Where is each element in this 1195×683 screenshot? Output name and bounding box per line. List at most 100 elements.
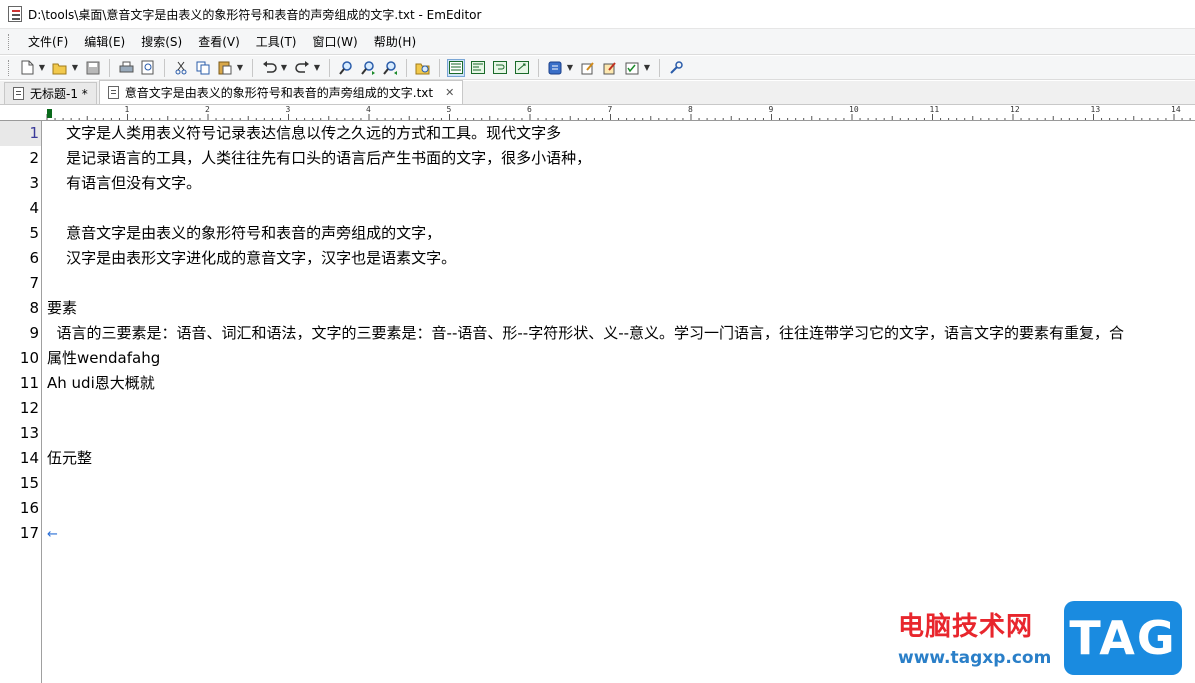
properties-icon[interactable]: [579, 59, 597, 77]
text-line[interactable]: 要素: [47, 296, 77, 321]
wrap-by-window-icon[interactable]: [491, 59, 509, 77]
tab-label: 意音文字是由表义的象形符号和表音的声旁组成的文字.txt: [124, 86, 434, 100]
find-next-icon[interactable]: [359, 59, 377, 77]
menu-window[interactable]: 窗口(W): [305, 33, 366, 50]
text-editor[interactable]: 文字是人类用表义符号记录表达信息以传之久远的方式和工具。现代文字多 是记录语言的…: [42, 121, 1195, 683]
line-number: 9: [29, 324, 39, 342]
ruler-label: 9: [768, 105, 774, 114]
line-number: 2: [29, 149, 39, 167]
line-number: 4: [29, 199, 39, 217]
ruler[interactable]: 1 2 3 4 5 6 7 8 9 10 11 12 13 14: [42, 105, 1195, 121]
title-bar: D:\tools\桌面\意音文字是由表义的象形符号和表音的声旁组成的文字.txt…: [0, 0, 1195, 29]
wrap-by-page-icon[interactable]: [513, 59, 531, 77]
tab-untitled-1[interactable]: 无标题-1 *: [4, 82, 97, 104]
line-number: 17: [19, 524, 39, 542]
config-dropdown-icon[interactable]: ▼: [566, 63, 574, 72]
tools-icon[interactable]: [667, 59, 685, 77]
toolbar-separator: [439, 58, 440, 77]
ruler-label: 8: [688, 105, 693, 114]
save-icon[interactable]: [84, 59, 102, 77]
menu-help[interactable]: 帮助(H): [366, 33, 424, 50]
toolbar: ▼ ▼ ▼ ▼ ▼ ▼ ▼: [0, 56, 1195, 80]
text-line[interactable]: 意音文字是由表义的象形符号和表音的声旁组成的文字，: [47, 221, 441, 246]
redo-icon[interactable]: [293, 59, 311, 77]
line-number: 15: [19, 474, 39, 492]
text-line[interactable]: 文字是人类用表义符号记录表达信息以传之久远的方式和工具。现代文字多: [47, 121, 561, 146]
ruler-label: 2: [205, 105, 210, 114]
macro-dropdown-icon[interactable]: ▼: [643, 63, 651, 72]
tab-current-file[interactable]: 意音文字是由表义的象形符号和表音的声旁组成的文字.txt ✕: [98, 80, 464, 104]
ruler-label: 6: [527, 105, 532, 114]
find-icon[interactable]: [337, 59, 355, 77]
ruler-ticks: [46, 114, 1191, 120]
line-number: 5: [29, 224, 39, 242]
watermark-url: www.tagxp.com: [898, 648, 1052, 668]
ruler-label: 12: [1010, 105, 1020, 114]
print-preview-icon[interactable]: [139, 59, 157, 77]
paste-dropdown-icon[interactable]: ▼: [236, 63, 244, 72]
ruler-label: 1: [124, 105, 130, 114]
line-number: 13: [19, 424, 39, 442]
text-line[interactable]: 有语言但没有文字。: [47, 171, 201, 196]
undo-dropdown-icon[interactable]: ▼: [280, 63, 288, 72]
find-prev-icon[interactable]: [381, 59, 399, 77]
line-number: 14: [19, 449, 39, 467]
ruler-label: 3: [285, 105, 291, 114]
paste-icon[interactable]: [216, 59, 234, 77]
text-line[interactable]: 语言的三要素是：语音、词汇和语法，文字的三要素是：音--语音、形--字符形状、义…: [47, 321, 1125, 346]
text-line[interactable]: ←: [47, 521, 58, 546]
open-folder-icon[interactable]: [51, 59, 69, 77]
menu-file[interactable]: 文件(F): [20, 33, 76, 50]
text-line[interactable]: 是记录语言的工具，人类往往先有口头的语言后产生书面的文字，很多小语种，: [47, 146, 591, 171]
close-icon[interactable]: ✕: [445, 86, 454, 99]
document-icon: [107, 86, 119, 99]
macro-icon[interactable]: [623, 59, 641, 77]
ruler-label: 7: [607, 105, 613, 114]
ruler-label: 5: [446, 105, 452, 114]
watermark-text: 电脑技术网: [898, 612, 1034, 642]
eof-mark-icon: ←: [47, 527, 58, 542]
new-file-dropdown-icon[interactable]: ▼: [38, 63, 46, 72]
menu-grip[interactable]: [8, 33, 12, 50]
app-icon: [8, 6, 22, 22]
menu-view[interactable]: 查看(V): [190, 33, 248, 50]
customize-icon[interactable]: [601, 59, 619, 77]
menu-edit[interactable]: 编辑(E): [76, 33, 133, 50]
menu-tools[interactable]: 工具(T): [248, 33, 305, 50]
text-line[interactable]: Ah udi恩大概就: [47, 371, 155, 396]
toolbar-separator: [109, 58, 110, 77]
text-line[interactable]: 伍元整: [47, 446, 92, 471]
watermark-badge: TAG: [1064, 601, 1182, 675]
line-number-gutter[interactable]: 1 2 3 4 5 6 7 8 9 10 11 12 13 14 15 16 17: [0, 121, 42, 683]
open-dropdown-icon[interactable]: ▼: [71, 63, 79, 72]
cut-icon[interactable]: [172, 59, 190, 77]
redo-dropdown-icon[interactable]: ▼: [313, 63, 321, 72]
print-icon[interactable]: [117, 59, 135, 77]
toolbar-separator: [252, 58, 253, 77]
line-number: 6: [29, 249, 39, 267]
config-icon[interactable]: [546, 59, 564, 77]
new-file-icon[interactable]: [18, 59, 36, 77]
find-in-files-icon[interactable]: [414, 59, 432, 77]
toolbar-grip[interactable]: [8, 59, 12, 76]
menu-search[interactable]: 搜索(S): [133, 33, 190, 50]
line-number: 8: [29, 299, 39, 317]
line-number: 12: [19, 399, 39, 417]
wrap-none-icon[interactable]: [447, 58, 465, 77]
menu-bar: 文件(F) 编辑(E) 搜索(S) 查看(V) 工具(T) 窗口(W) 帮助(H…: [0, 29, 1195, 55]
toolbar-separator: [406, 58, 407, 77]
undo-icon[interactable]: [260, 59, 278, 77]
ruler-label: 11: [929, 105, 940, 114]
ruler-label: 10: [849, 105, 859, 114]
copy-icon[interactable]: [194, 59, 212, 77]
line-number: 3: [29, 174, 39, 192]
text-line[interactable]: 汉字是由表形文字进化成的意音文字，汉字也是语素文字。: [47, 246, 456, 271]
ruler-label: 13: [1090, 105, 1101, 114]
toolbar-separator: [329, 58, 330, 77]
ruler-label: 14: [1171, 105, 1181, 114]
ruler-corner: [0, 106, 42, 121]
wrap-by-chars-icon[interactable]: [469, 59, 487, 77]
line-number: 11: [19, 374, 39, 392]
text-line[interactable]: 属性wendafahg: [47, 346, 160, 371]
toolbar-separator: [538, 58, 539, 77]
